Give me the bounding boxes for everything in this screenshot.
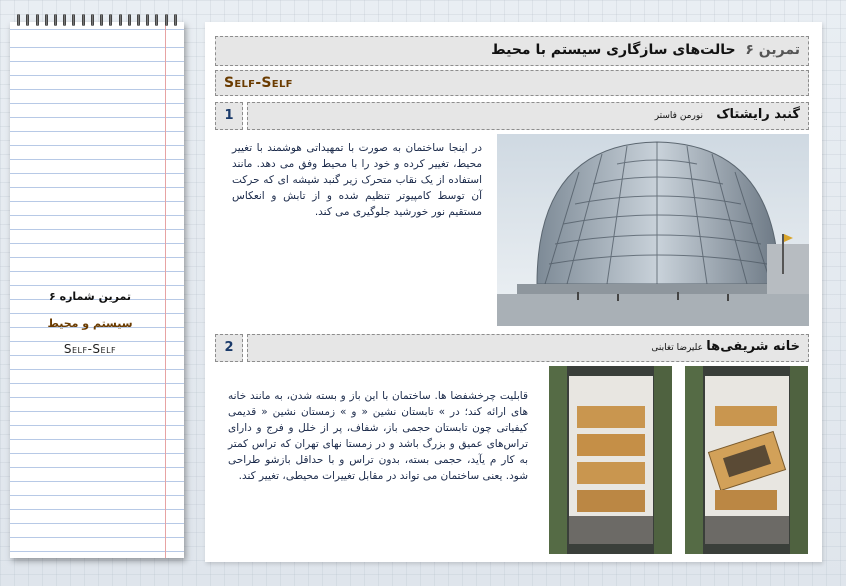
page-title-bar: تمرین ۶ حالت‌های سازگاری سیستم با محیط <box>215 36 809 66</box>
case-number: 1 <box>224 108 234 123</box>
sharifi-house-photo-open <box>549 366 672 554</box>
case-header-bar: گنبد رایشتاک نورمن فاستر <box>247 102 809 130</box>
case-header-bar: خانه شریفی‌ها علیرضا تغابنی <box>247 334 809 362</box>
case-name: خانه شریفی‌ها <box>706 339 800 354</box>
mode-subtitle-bar: Self-Self <box>215 70 809 96</box>
case-architect: نورمن فاستر <box>654 111 703 121</box>
notebook-spiral <box>10 14 184 28</box>
notebook-exercise-number: تمرین شماره ۶ <box>49 290 131 303</box>
notebook-topic: سیستم و محیط <box>47 317 133 330</box>
case-architect: علیرضا تغابنی <box>651 343 703 353</box>
notebook-mode: Self-Self <box>63 342 117 356</box>
case-description: در اینجا ساختمان به صورت با تمهیداتی هوش… <box>232 142 482 218</box>
page-title: تمرین ۶ حالت‌های سازگاری سیستم با محیط <box>491 42 800 58</box>
case-description: قابلیت چرخشفضا ها. ساختمان با این باز و … <box>228 390 528 482</box>
notebook-labels: تمرین شماره ۶ سیستم و محیط Self-Self <box>10 290 170 356</box>
case-number-box: 2 <box>215 334 243 362</box>
mode-subtitle: Self-Self <box>224 75 293 91</box>
sharifi-house-photo-rotated <box>685 366 808 554</box>
case-number-box: 1 <box>215 102 243 130</box>
reichstag-dome-photo <box>497 134 809 326</box>
case-number: 2 <box>224 340 234 355</box>
case-name: گنبد رایشتاک <box>716 107 800 122</box>
